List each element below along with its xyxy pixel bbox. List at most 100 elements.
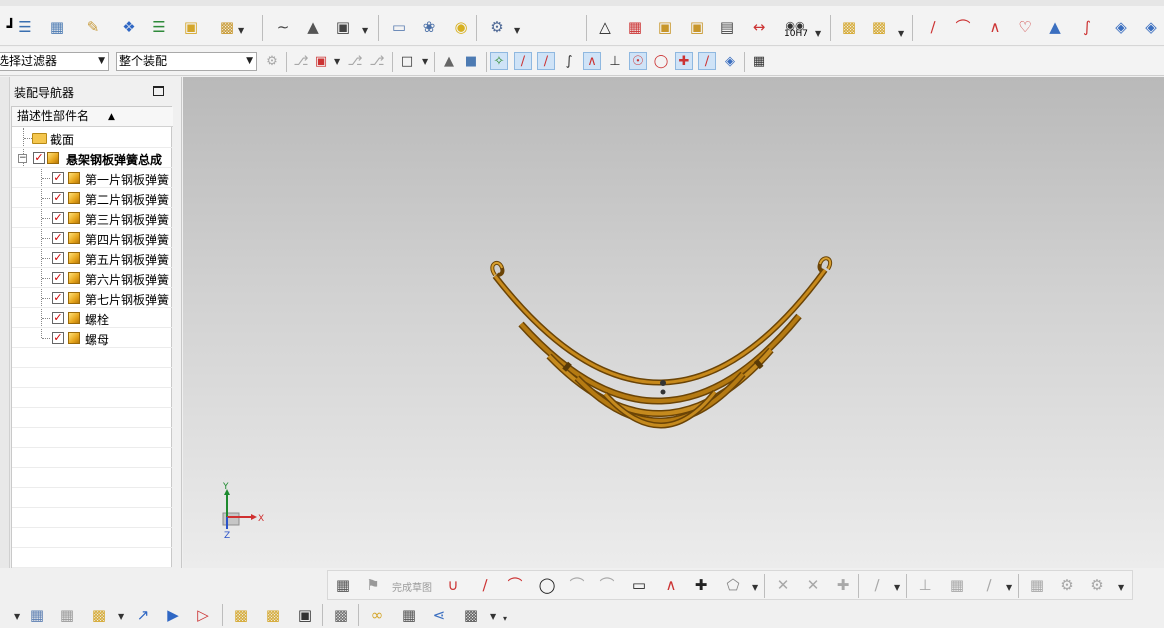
snap-center-icon[interactable]: ☉ [629, 52, 647, 70]
collapse-icon[interactable]: − [18, 154, 27, 163]
animate-dimension-icon[interactable]: ▦ [1026, 574, 1048, 596]
select-tangent-icon[interactable]: ⎇ [368, 52, 386, 70]
tree-node-child[interactable]: ✓ 第二片钢板弹簧 [12, 188, 172, 208]
select-body-icon[interactable]: ■ [462, 52, 480, 70]
tools-icon[interactable]: ⚙ [486, 16, 508, 38]
tree-node-root[interactable]: − ✓ 悬架钢板弹簧总成 [12, 148, 172, 168]
tree-node-child[interactable]: ✓ 第三片钢板弹簧 [12, 208, 172, 228]
visibility-checkbox[interactable]: ✓ [52, 172, 64, 184]
add-view-icon[interactable]: ▣ [654, 16, 676, 38]
snap-on-face-icon[interactable]: ◈ [721, 52, 739, 70]
quick-extend-icon[interactable]: ✕ [802, 574, 824, 596]
snap-arc-center-icon[interactable]: ⊥ [606, 52, 624, 70]
chevron-down-icon[interactable]: ▼ [894, 583, 900, 592]
maximize-icon[interactable] [153, 86, 164, 96]
triangle-icon[interactable]: △ [594, 16, 616, 38]
layer-stack-icon[interactable]: ☰ [14, 16, 36, 38]
extract-curve-icon[interactable]: ◈ [1140, 16, 1162, 38]
tree-node-child[interactable]: ✓ 第七片钢板弹簧 [12, 288, 172, 308]
polyline-icon[interactable]: ∧ [984, 16, 1006, 38]
graphics-window[interactable]: Y X Z [183, 77, 1164, 568]
visibility-checkbox[interactable]: ✓ [52, 232, 64, 244]
visibility-checkbox[interactable]: ✓ [52, 252, 64, 264]
offset-curve-icon[interactable]: ∫ [1076, 16, 1098, 38]
fit-tolerance-label[interactable]: 10H7 [784, 29, 808, 39]
visibility-checkbox[interactable]: ✓ [52, 192, 64, 204]
surface-patch-icon[interactable]: ▲ [1044, 16, 1066, 38]
visibility-checkbox[interactable]: ✓ [33, 152, 45, 164]
grid-icon[interactable]: ▦ [750, 52, 768, 70]
chevron-down-icon[interactable]: ▼ [238, 26, 244, 35]
chevron-down-icon[interactable]: ▼ [422, 57, 428, 66]
sweep-icon[interactable]: ∼ [272, 16, 294, 38]
chevron-down-icon[interactable]: ▼ [752, 583, 758, 592]
layer-settings-icon[interactable]: ▦ [46, 16, 68, 38]
bearing-icon[interactable]: ◉ [450, 16, 472, 38]
coordinate-triad[interactable]: Y X Z [211, 481, 271, 541]
chevron-down-icon[interactable]: ▼ [1118, 583, 1124, 592]
chevron-down-icon[interactable]: ▼ [334, 57, 340, 66]
project-curve-icon[interactable]: ◈ [1110, 16, 1132, 38]
dimension-icon[interactable]: ↔ [748, 16, 770, 38]
profile-icon[interactable]: ∪ [442, 574, 464, 596]
rectangle-icon[interactable]: ▭ [628, 574, 650, 596]
section-icon[interactable]: ▣ [332, 16, 354, 38]
finish-sketch-flag-icon[interactable]: ⚑ [362, 574, 384, 596]
chevron-down-icon[interactable]: ▼ [14, 612, 20, 621]
explode-view-icon[interactable]: ▩ [216, 16, 238, 38]
mirror-assembly-icon[interactable]: ▶ [162, 604, 184, 626]
chevron-down-icon[interactable]: ▼ [514, 26, 520, 35]
snap-point-icon[interactable]: ✚ [675, 52, 693, 70]
chevron-down-icon[interactable]: ▼ [118, 612, 124, 621]
assembly-constraints-icon[interactable]: ▷ [192, 604, 214, 626]
fillet-icon[interactable]: ⌒ [566, 574, 588, 596]
type-filter-combo[interactable]: 选择过滤器 ▼ [0, 52, 109, 71]
cylinder-icon[interactable]: ▭ [388, 16, 410, 38]
select-box-icon[interactable]: ▣ [312, 52, 330, 70]
snap-control-point-icon[interactable]: ∫ [560, 52, 578, 70]
line-icon[interactable]: ∕ [922, 16, 944, 38]
snap-midpoint-icon[interactable]: ∕ [537, 52, 555, 70]
surface-icon[interactable]: ▲ [302, 16, 324, 38]
rectangle-select-icon[interactable]: □ [398, 52, 416, 70]
tree-node-child[interactable]: ✓ 第五片钢板弹簧 [12, 248, 172, 268]
studio-spline-icon[interactable]: ∧ [660, 574, 682, 596]
sketch-line-icon[interactable]: ∕ [474, 574, 496, 596]
visibility-checkbox[interactable]: ✓ [52, 272, 64, 284]
assembly-constraint-icon[interactable]: ☰ [148, 16, 170, 38]
finish-sketch-label[interactable]: 完成草图 [392, 579, 432, 594]
snap-enable-icon[interactable]: ✧ [490, 52, 508, 70]
leaf-spring-model[interactable] [473, 252, 853, 492]
snap-on-curve-icon[interactable]: ∕ [698, 52, 716, 70]
auto-constraint-icon[interactable]: ∕ [978, 574, 1000, 596]
interference-icon[interactable]: ▦ [398, 604, 420, 626]
reference-set-icon[interactable]: ▣ [180, 16, 202, 38]
point-icon[interactable]: ✚ [690, 574, 712, 596]
text-note-icon[interactable]: ▤ [716, 16, 738, 38]
move-component-icon[interactable]: ❖ [118, 16, 140, 38]
component-pattern-icon[interactable]: ▩ [262, 604, 284, 626]
assembly-structure-icon[interactable]: ▦ [26, 604, 48, 626]
note-icon[interactable]: ✎ [82, 16, 104, 38]
view-settings-icon[interactable]: ▣ [686, 16, 708, 38]
quick-trim-icon[interactable]: ✕ [772, 574, 794, 596]
chevron-down-icon[interactable]: ▼ [490, 612, 496, 621]
inferred-constraint-icon[interactable]: ⚙ [1086, 574, 1108, 596]
route-icon[interactable]: ⋖ [428, 604, 450, 626]
chevron-down-icon[interactable]: ▼ [362, 26, 368, 35]
component-icon[interactable]: ▩ [838, 16, 860, 38]
chevron-down-icon[interactable]: ▼ [898, 29, 904, 38]
chamfer-icon[interactable]: ⌒ [596, 574, 618, 596]
more-icon[interactable]: ▾ [503, 614, 507, 623]
chevron-down-icon[interactable]: ▼ [1006, 583, 1012, 592]
spring-icon[interactable]: ❀ [418, 16, 440, 38]
tree-node-child[interactable]: ✓ 螺栓 [12, 308, 172, 328]
geometric-constraint-icon[interactable]: ⊥ [914, 574, 936, 596]
select-connected-icon[interactable]: ⎇ [346, 52, 364, 70]
selection-scope-combo[interactable]: 整个装配 ▼ [116, 52, 257, 71]
chevron-down-icon[interactable]: ▼ [815, 29, 821, 38]
snap-quadrant-icon[interactable]: ◯ [652, 52, 670, 70]
tree-node-child[interactable]: ✓ 螺母 [12, 328, 172, 348]
table-icon[interactable]: ▦ [624, 16, 646, 38]
wave-geometry-icon[interactable]: ▦ [56, 604, 78, 626]
